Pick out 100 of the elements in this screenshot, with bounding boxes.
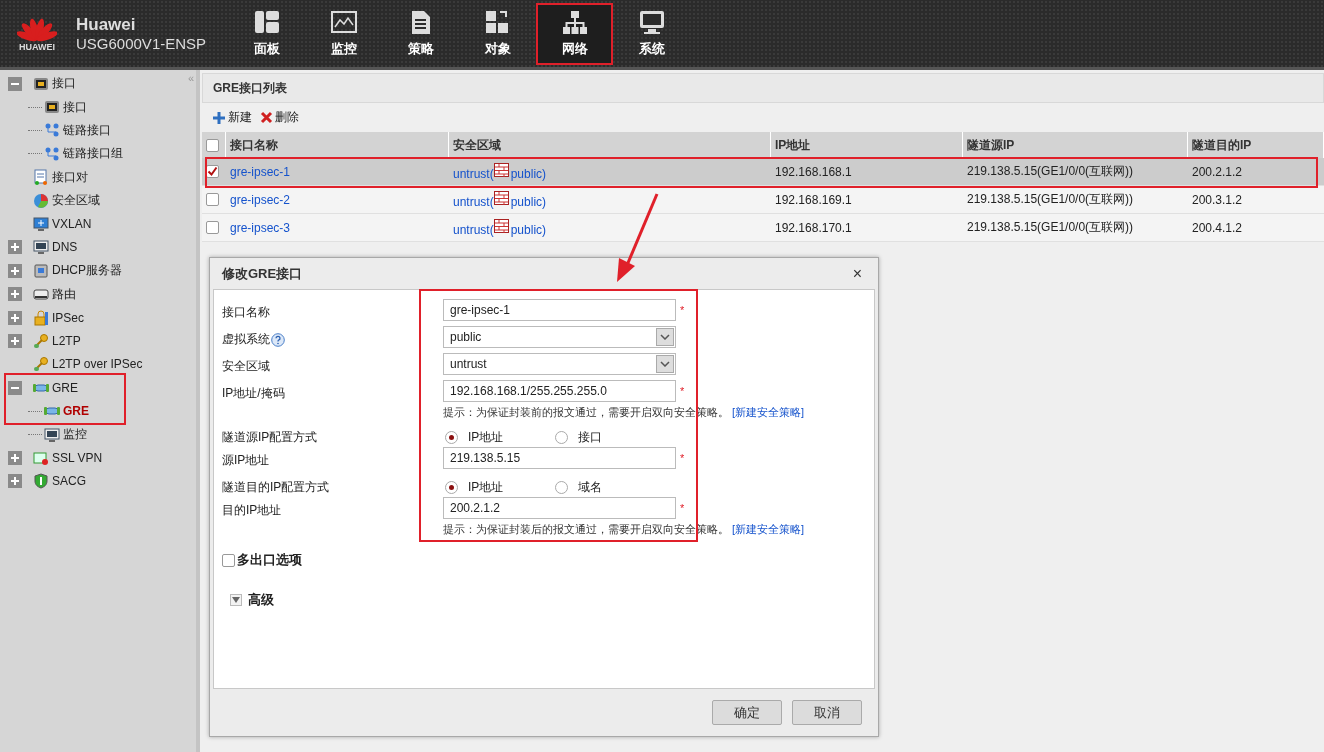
port-icon [44,99,60,116]
key-icon [33,333,49,349]
collapse-button[interactable] [8,76,22,91]
column-header: 隧道目的IP [1188,132,1324,158]
cancel-button[interactable]: 取消 [792,700,862,725]
checkbox[interactable] [222,553,235,567]
input-field[interactable]: gre-ipsec-1 [443,299,676,321]
input-field[interactable]: 200.2.1.2 [443,497,676,519]
expand-button[interactable] [230,594,242,606]
tree-item[interactable]: 路由 [52,285,76,303]
tree-item[interactable]: 接口 [63,98,87,116]
field-label: 虚拟系统 [222,331,270,348]
radio-option[interactable]: 接口 [553,429,663,446]
table-cell: 192.168.169.1 [771,186,963,214]
new-button[interactable]: 新建 [212,109,252,126]
lock-icon [33,309,49,326]
tree-item[interactable]: 接口 [52,75,76,93]
pie-icon [33,192,49,209]
column-header: 安全区域 [449,132,771,158]
column-header: 隧道源IP [963,132,1188,158]
input-field[interactable]: 219.138.5.15 [443,447,676,469]
nav-tab[interactable]: 策略 [382,2,459,65]
chart-icon [329,9,358,36]
monitor-icon [637,9,666,36]
tree-item[interactable]: SACG [52,474,86,489]
plus-icon [10,476,20,487]
dropdown[interactable]: untrust [443,353,676,375]
table-cell: 192.168.170.1 [771,214,963,242]
tree-item[interactable]: DNS [52,240,78,255]
firewall-icon [493,218,509,233]
plus-icon [10,289,20,300]
document-icon [33,169,49,186]
required-mark: * [680,502,685,514]
select-all-checkbox[interactable] [206,138,219,152]
field-label: IP地址/掩码 [222,385,285,402]
drive-icon [33,286,49,303]
screen-icon [44,426,60,443]
checkbox[interactable] [206,221,219,234]
tree-item[interactable]: IPSec [52,310,84,325]
input-field[interactable]: 192.168.168.1/255.255.255.0 [443,380,676,402]
port-icon [33,75,49,92]
table-cell[interactable]: gre-ipsec-3 [226,214,449,242]
dropdown[interactable]: public [443,326,676,348]
table-cell[interactable]: gre-ipsec-1 [226,158,449,186]
tree-item[interactable]: L2TP [52,334,81,348]
collapse-button[interactable] [8,380,22,395]
table-cell[interactable]: gre-ipsec-2 [226,186,449,214]
delete-button[interactable]: 删除 [260,109,299,126]
zone-link[interactable]: untrust( [453,222,494,237]
table-cell: 192.168.168.1 [771,158,963,186]
expand-button[interactable] [8,450,22,465]
tree-item[interactable]: GRE [63,404,89,419]
plus-icon [212,110,226,125]
radio-option[interactable]: IP地址 [443,429,553,446]
expand-button[interactable] [8,287,22,302]
expand-button[interactable] [8,474,22,489]
tree-item[interactable]: 链路接口 [63,121,111,139]
vsys-link[interactable]: public) [510,222,547,237]
tree-item[interactable]: GRE [52,380,78,395]
radio-option[interactable]: 域名 [553,479,663,496]
close-button[interactable]: × [852,264,862,283]
field-label: 接口名称 [222,304,270,321]
tree-item[interactable]: 接口对 [52,168,88,186]
key-icon [33,356,49,373]
nav-tab[interactable]: 面板 [228,2,305,65]
new-policy-link[interactable]: [新建安全策略] [732,523,805,535]
tree-item[interactable]: L2TP over IPSec [52,357,143,372]
expand-button[interactable] [8,334,22,348]
tree-item[interactable]: DHCP服务器 [52,262,122,280]
field-label: 隧道目的IP配置方式 [222,479,330,496]
expand-button[interactable] [8,263,22,278]
zone-link[interactable]: untrust( [453,166,494,181]
ok-button[interactable]: 确定 [712,700,782,725]
help-icon[interactable] [271,332,285,347]
new-policy-link[interactable]: [新建安全策略] [732,406,805,418]
plus-icon [10,336,20,346]
vsys-link[interactable]: public) [510,166,547,181]
tree-item[interactable]: SSL VPN [52,450,103,465]
plus-icon [10,242,20,253]
radio-option[interactable]: IP地址 [443,479,553,496]
checkbox[interactable] [206,193,219,206]
tree-item[interactable]: VXLAN [52,217,92,232]
certificate-icon [33,449,49,466]
screen-icon [33,239,49,256]
tree-item[interactable]: 安全区域 [52,192,100,210]
column-header: IP地址 [771,132,963,158]
nav-tab[interactable]: 监控 [305,2,382,65]
zone-link[interactable]: untrust( [453,194,494,209]
field-label: 安全区域 [222,358,270,375]
nodes-icon [44,145,60,162]
monitor-icon [33,216,49,233]
vsys-link[interactable]: public) [510,194,547,209]
field-label: 源IP地址 [222,452,270,469]
nav-tab[interactable]: 对象 [459,2,536,65]
tree-item[interactable]: 监控 [63,426,87,444]
tree-item[interactable]: 链路接口组 [63,145,123,163]
nav-tab[interactable]: 网络 [536,2,613,65]
nav-tab[interactable]: 系统 [613,2,690,65]
expand-button[interactable] [8,240,22,255]
expand-button[interactable] [8,310,22,325]
